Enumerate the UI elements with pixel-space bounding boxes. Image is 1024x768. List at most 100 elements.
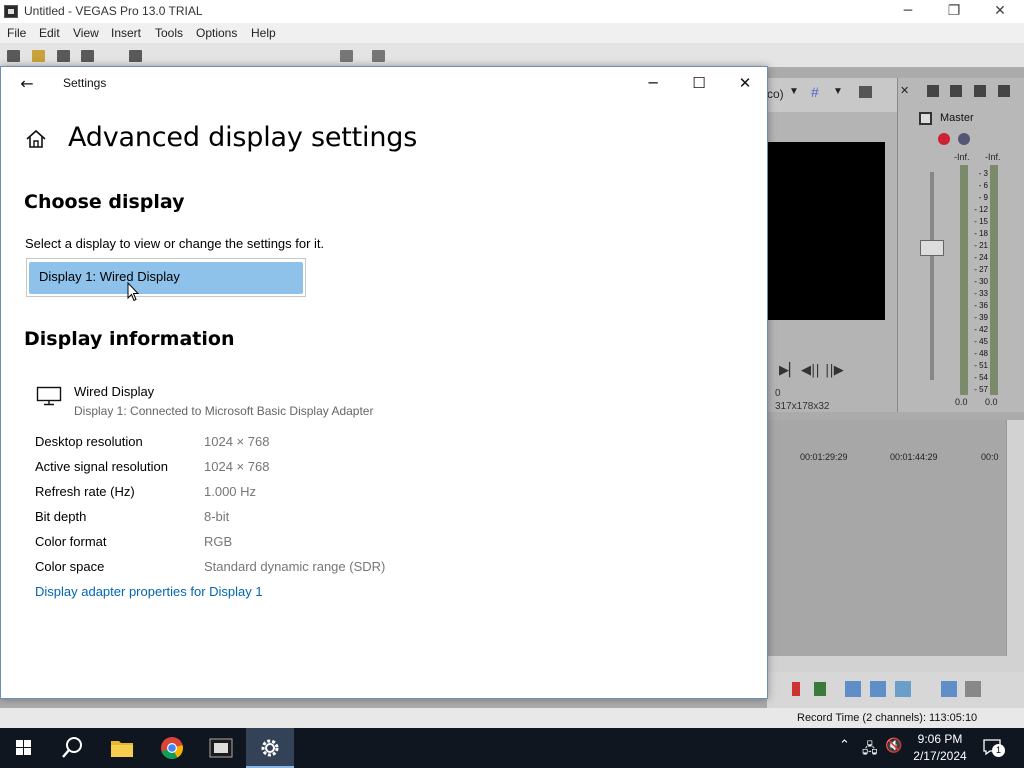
save-icon[interactable]	[57, 50, 70, 62]
vegas-menu-bar: File Edit View Insert Tools Options Help	[0, 23, 1024, 43]
selection-edit-tool-icon[interactable]	[895, 681, 911, 697]
search-button[interactable]	[48, 728, 96, 768]
clock[interactable]: 9:06 PM 2/17/2024	[900, 731, 980, 765]
monitor-icon	[36, 386, 62, 406]
edit-tool-icon[interactable]	[340, 50, 353, 62]
vegas-taskbar-button[interactable]	[197, 728, 245, 768]
file-explorer-button[interactable]	[98, 728, 146, 768]
vegas-minimize-button[interactable]: ─	[885, 0, 931, 23]
action-center-icon[interactable]: 1	[982, 738, 1005, 757]
copy-snapshot-icon[interactable]	[859, 86, 872, 98]
clock-time: 9:06 PM	[917, 732, 963, 746]
grid-overlay-icon[interactable]: #	[811, 84, 819, 100]
close-panel-icon[interactable]: ✕	[900, 84, 909, 97]
volume-slider-knob[interactable]	[920, 240, 944, 256]
mouse-cursor-icon	[127, 282, 139, 302]
mixer-dim-icon[interactable]	[998, 85, 1010, 97]
meter-scale: - 3 - 6 - 9 - 12 - 15 - 18 - 21 - 24 - 27 - 30 - 3…	[970, 168, 988, 396]
next-marker-icon[interactable]: ||▶	[825, 363, 844, 378]
meter-scale-tick: - 45	[974, 337, 988, 346]
menu-file[interactable]: File	[7, 26, 26, 40]
timeline-vertical-scrollbar[interactable]	[1006, 420, 1024, 660]
meter-scale-tick: - 30	[974, 277, 988, 286]
refresh-rate-label: Refresh rate (Hz)	[35, 484, 135, 499]
color-format-label: Color format	[35, 534, 107, 549]
fx-icon[interactable]	[938, 133, 950, 145]
meter-peak-left: -Inf.	[954, 152, 970, 162]
menu-tools[interactable]: Tools	[155, 26, 183, 40]
region-icon[interactable]	[814, 682, 826, 696]
auto-ripple-icon[interactable]	[941, 681, 957, 697]
prev-frame-icon[interactable]: ◀||	[801, 363, 820, 378]
ruler-tick-label: 00:0	[981, 452, 999, 462]
mixer-insert-icon[interactable]	[950, 85, 962, 97]
meter-scale-tick: - 39	[974, 313, 988, 322]
meter-zero-right: 0.0	[985, 397, 998, 407]
lock-envelopes-icon[interactable]	[965, 681, 981, 697]
display-information-heading: Display information	[24, 328, 235, 350]
meter-scale-tick: - 21	[974, 241, 988, 250]
vegas-window-title: Untitled - VEGAS Pro 13.0 TRIAL	[24, 4, 203, 18]
save-as-icon[interactable]	[81, 50, 94, 62]
settings-icon	[261, 739, 279, 757]
settings-minimize-button[interactable]: ─	[630, 67, 676, 99]
frame-number: 0	[775, 388, 781, 399]
meter-left	[960, 165, 968, 395]
menu-edit[interactable]: Edit	[39, 26, 60, 40]
display-select-list[interactable]: Display 1: Wired Display	[26, 258, 306, 297]
settings-maximize-button[interactable]: ☐	[676, 67, 722, 99]
marker-icon[interactable]	[792, 682, 800, 696]
menu-options[interactable]: Options	[196, 26, 237, 40]
timeline-horizontal-scrollbar[interactable]	[767, 656, 1024, 672]
display-adapter-properties-link[interactable]: Display adapter properties for Display 1	[35, 584, 263, 599]
back-arrow-icon[interactable]: ←	[15, 73, 39, 95]
settings-app-title: Settings	[63, 76, 107, 90]
menu-help[interactable]: Help	[251, 26, 276, 40]
display-option-1[interactable]: Display 1: Wired Display	[29, 262, 303, 294]
new-file-icon[interactable]	[7, 50, 20, 62]
display-name: Wired Display	[74, 384, 155, 399]
settings-close-button[interactable]: ✕	[722, 67, 768, 99]
network-icon[interactable]: 🖧	[862, 738, 878, 762]
home-icon[interactable]	[25, 128, 47, 150]
meter-scale-tick: - 36	[974, 301, 988, 310]
meter-right	[990, 165, 998, 395]
properties-icon[interactable]	[129, 50, 142, 62]
desktop-resolution-value: 1024 × 768	[204, 434, 270, 449]
master-bus-icon	[919, 112, 932, 125]
meter-peak-right: -Inf.	[985, 152, 1001, 162]
open-folder-icon[interactable]	[32, 50, 45, 62]
meter-scale-tick: - 15	[974, 217, 988, 226]
choose-display-heading: Choose display	[24, 191, 185, 213]
mixer-properties-icon[interactable]	[927, 85, 939, 97]
preview-quality-chevron-icon: ▼	[789, 86, 799, 97]
choose-display-description: Select a display to view or change the s…	[25, 236, 325, 251]
mixer-downmix-icon[interactable]	[974, 85, 986, 97]
overlay-chevron-icon: ▼	[833, 86, 843, 97]
menu-view[interactable]: View	[73, 26, 99, 40]
page-title: Advanced display settings	[68, 122, 418, 153]
preview-quality-dropdown[interactable]: co)	[767, 87, 784, 101]
ruler-tick-label: 00:01:29:29	[800, 452, 848, 462]
timeline-ruler[interactable]: 00:01:29:29 00:01:44:29 00:0	[767, 452, 1007, 466]
menu-insert[interactable]: Insert	[111, 26, 141, 40]
envelope-edit-tool-icon[interactable]	[870, 681, 886, 697]
normal-edit-tool-icon[interactable]	[845, 681, 861, 697]
vegas-close-button[interactable]: ✕	[977, 0, 1023, 23]
color-format-value: RGB	[204, 534, 233, 549]
chrome-button[interactable]	[148, 728, 196, 768]
meter-scale-tick: - 54	[974, 373, 988, 382]
timeline-edit-tools	[767, 672, 1024, 708]
desktop-resolution-label: Desktop resolution	[35, 434, 143, 449]
color-space-label: Color space	[35, 559, 105, 574]
start-button[interactable]	[0, 728, 48, 768]
settings-taskbar-button[interactable]	[246, 728, 294, 768]
notification-count-badge: 1	[992, 744, 1005, 757]
mute-icon[interactable]	[958, 133, 970, 145]
master-label: Master	[940, 112, 974, 124]
show-hidden-icons-chevron-icon[interactable]: ⌃	[839, 738, 850, 753]
next-frame-icon[interactable]: ▶▏	[779, 363, 799, 378]
search-icon	[62, 737, 82, 758]
whats-this-icon[interactable]	[372, 50, 385, 62]
vegas-restore-button[interactable]: ❐	[931, 0, 977, 23]
